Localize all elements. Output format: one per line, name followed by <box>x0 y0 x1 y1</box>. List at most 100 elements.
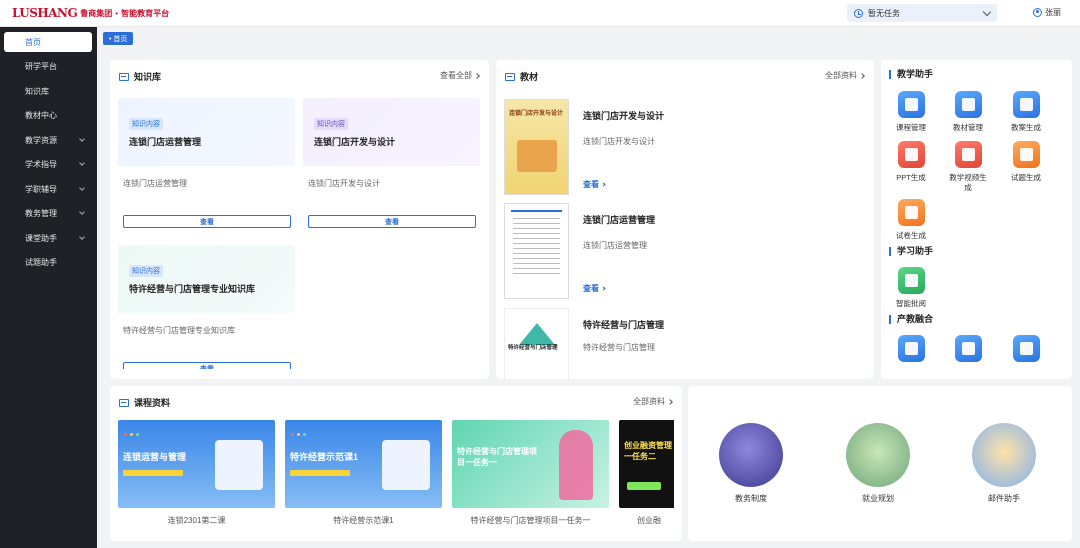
knowledge-panel-title: 知识库 <box>119 70 161 83</box>
tool-label: 教材管理 <box>953 123 983 132</box>
shortcut-career-planning[interactable]: 就业规划 <box>838 493 918 504</box>
knowledge-card[interactable]: 知识内容 连锁门店运营管理 连锁门店运营管理 查看 <box>118 98 295 238</box>
panel-title-text: 教材 <box>520 72 539 82</box>
book-cover: 连锁门店开发与设计 <box>504 99 569 195</box>
sidebar-item-question-assistant[interactable]: 试题助手 <box>4 252 92 272</box>
clipboard-icon[interactable] <box>719 423 783 487</box>
tool-industry-3[interactable] <box>1006 335 1046 367</box>
book-cover <box>504 203 569 299</box>
card-header: 知识内容 特许经营与门店管理专业知识库 <box>118 245 295 313</box>
card-desc: 特许经营与门店管理专业知识库 <box>123 326 235 335</box>
user-icon <box>1033 8 1042 17</box>
course-thumbnail: 特许经营与门店管理项目一任务一 <box>452 420 609 508</box>
decorative-dots <box>124 433 139 436</box>
thumbnail-title: 特许经营示范课1 <box>290 452 359 462</box>
tool-label: 教学视频生成 <box>949 173 987 192</box>
course-card[interactable]: 创业融资管理一任务二 创业融 <box>619 420 674 526</box>
course-thumbnail: 特许经营示范课1 <box>285 420 442 508</box>
view-all-label: 全部资料 <box>825 71 857 80</box>
sidebar-item-knowledge[interactable]: 知识库 <box>4 81 92 101</box>
sidebar-item-research[interactable]: 研学平台 <box>4 56 92 76</box>
card-desc: 连锁门店运营管理 <box>123 179 187 188</box>
clock-icon <box>854 8 863 18</box>
book-title: 连锁门店开发与设计 <box>583 111 665 121</box>
tool-label: PPT生成 <box>896 173 926 182</box>
tool-industry-2[interactable] <box>948 335 988 367</box>
shortcut-academic-rules[interactable]: 教务制度 <box>711 493 791 504</box>
book-view-link[interactable]: 查看 <box>583 283 606 294</box>
view-button[interactable]: 查看 <box>123 362 291 369</box>
book-view-link[interactable]: 查看 <box>583 179 606 190</box>
learning-assistant-title: 学习助手 <box>889 247 933 256</box>
tool-label: 试卷生成 <box>896 231 926 240</box>
tool-ppt-generation[interactable]: PPT生成 <box>891 141 931 183</box>
knowledge-panel: 知识库 查看全部 知识内容 连锁门店运营管理 连锁门店运营管理 查看 知识内容 … <box>110 60 489 379</box>
books-icon <box>1012 91 1040 118</box>
cover-title: 连锁门店开发与设计 <box>509 111 564 117</box>
sidebar-item-label: 知识库 <box>25 86 49 96</box>
course-view-all[interactable]: 全部资料 <box>633 396 673 407</box>
tool-course-management[interactable]: 课程管理 <box>891 91 931 133</box>
sidebar-item-label: 学职辅导 <box>25 184 57 194</box>
textbook-item[interactable]: 连锁门店开发与设计 连锁门店开发与设计 连锁门店开发与设计 查看 <box>504 99 869 199</box>
card-name: 连锁门店运营管理 <box>129 137 202 147</box>
assistant-panel: 教学助手 课程管理 教材管理 教案生成 PPT生成 教学视频生成 试题生成 试卷… <box>881 60 1072 379</box>
sidebar-item-textbooks[interactable]: 教材中心 <box>4 105 92 125</box>
thumbnail-illustration <box>382 440 430 490</box>
tool-exam-generation[interactable]: 试卷生成 <box>891 199 931 241</box>
course-label: 特许经营示范课1 <box>333 516 394 525</box>
platform-name: 智能教育平台 <box>121 8 170 18</box>
thumbnail-banner <box>123 470 183 476</box>
view-button[interactable]: 查看 <box>123 215 291 228</box>
tool-question-generation[interactable]: 试题生成 <box>1006 141 1046 183</box>
graduate-icon[interactable] <box>846 423 910 487</box>
tab-home[interactable]: • 首页 <box>103 32 134 45</box>
sidebar-item-label: 教材中心 <box>25 110 57 120</box>
user-name: 张丽 <box>1045 8 1061 17</box>
sidebar-item-academic-guidance[interactable]: 学术指导 <box>4 154 92 174</box>
chevron-right-icon <box>474 72 480 79</box>
logo[interactable]: LUSHANG 鲁商集团 • 智能教育平台 <box>12 6 169 20</box>
sidebar-item-home[interactable]: 首页 <box>4 32 92 52</box>
course-card[interactable]: 特许经营与门店管理项目一任务一 特许经营与门店管理项目一任务一 <box>452 420 609 526</box>
graduation-cap-icon <box>897 91 925 118</box>
tool-textbook-management[interactable]: 教材管理 <box>948 91 988 133</box>
knowledge-card[interactable]: 知识内容 特许经营与门店管理专业知识库 特许经营与门店管理专业知识库 查看 <box>118 245 295 369</box>
card-name: 连锁门店开发与设计 <box>314 137 396 147</box>
task-select[interactable]: 暂无任务 <box>847 4 997 22</box>
textbook-item[interactable]: 特许经营与门店管理 特许经营与门店管理 特许经营与门店管理 <box>504 308 869 379</box>
sidebar-item-label: 首页 <box>25 37 41 47</box>
knowledge-view-all[interactable]: 查看全部 <box>440 70 480 81</box>
course-label: 连锁2301第二课 <box>167 516 226 525</box>
sidebar-item-label: 教务管理 <box>25 208 57 218</box>
view-button[interactable]: 查看 <box>308 215 476 228</box>
sidebar-item-academic-affairs[interactable]: 教务管理 <box>4 203 92 223</box>
book-cover: 特许经营与门店管理 <box>504 308 569 379</box>
course-card[interactable]: 连锁运营与管理 连锁2301第二课 <box>118 420 275 526</box>
shortcut-mail-assistant[interactable]: 邮件助手 <box>964 493 1044 504</box>
tool-label: 试题生成 <box>1011 173 1041 182</box>
tool-video-generation[interactable]: 教学视频生成 <box>948 141 988 193</box>
card-header: 知识内容 连锁门店开发与设计 <box>303 98 480 166</box>
teaching-assistant-title: 教学助手 <box>889 70 933 79</box>
textbook-item[interactable]: 连锁门店运营管理 连锁门店运营管理 查看 <box>504 203 869 303</box>
mail-icon[interactable] <box>972 423 1036 487</box>
sidebar-item-career-coaching[interactable]: 学职辅导 <box>4 179 92 199</box>
course-card[interactable]: 特许经营示范课1 特许经营示范课1 <box>285 420 442 526</box>
textbook-view-all[interactable]: 全部资料 <box>825 70 865 81</box>
sidebar-item-teaching-resources[interactable]: 教学资源 <box>4 130 92 150</box>
panel-title-text: 课程资料 <box>134 398 171 408</box>
book-desc: 特许经营与门店管理 <box>583 343 655 352</box>
sidebar-item-classroom-assistant[interactable]: 课堂助手 <box>4 228 92 248</box>
tool-smart-grading[interactable]: 智能批阅 <box>891 267 931 309</box>
thumbnail-title: 连锁运营与管理 <box>123 452 187 462</box>
knowledge-card[interactable]: 知识内容 连锁门店开发与设计 连锁门店开发与设计 查看 <box>303 98 480 238</box>
user-menu[interactable]: 张丽 <box>1033 7 1061 18</box>
chevron-right-icon <box>601 182 606 187</box>
decorative-dots <box>291 433 306 436</box>
pen-icon <box>897 267 925 294</box>
view-label: 查看 <box>583 180 599 189</box>
tool-lesson-plan[interactable]: 教案生成 <box>1006 91 1046 133</box>
tool-industry-1[interactable] <box>891 335 931 367</box>
chevron-down-icon <box>79 234 85 240</box>
